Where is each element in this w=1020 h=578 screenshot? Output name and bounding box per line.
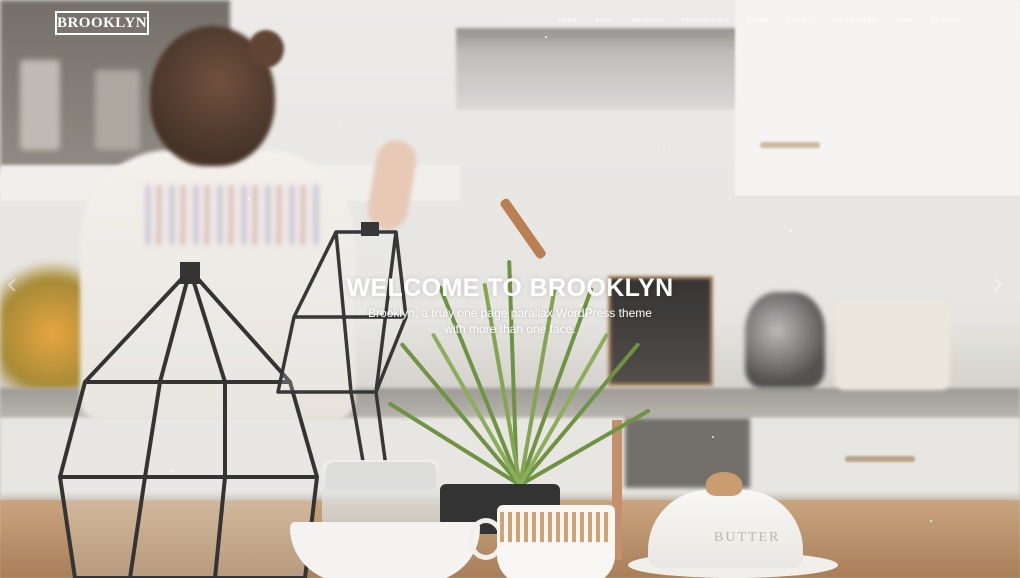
nav-separator: · (736, 18, 740, 24)
nav-separator: · (585, 18, 588, 24)
chevron-left-icon[interactable] (4, 277, 20, 293)
nav-team[interactable]: TEAM (891, 18, 917, 24)
particle-dot (338, 122, 340, 124)
main-navigation: HOME · BLOG · WELCOME · POSSIBILITIES · … (554, 18, 965, 24)
nav-welcome[interactable]: WELCOME (627, 18, 668, 24)
particle-dot (170, 470, 172, 472)
nav-blog[interactable]: BLOG (591, 18, 617, 24)
site-logo[interactable]: BROOKLYN (55, 11, 149, 35)
particle-dot (248, 198, 250, 200)
nav-home[interactable]: HOME (554, 18, 581, 24)
nav-break[interactable]: BREAK (743, 18, 773, 24)
nav-separator: · (822, 18, 825, 24)
particle-dot (545, 36, 547, 38)
particle-dot (790, 230, 792, 232)
hero-title: WELCOME TO BROOKLYN (346, 274, 674, 302)
logo-text: BROOKLYN (56, 14, 148, 31)
chevron-right-icon[interactable] (990, 277, 1006, 293)
particle-dot (712, 436, 714, 438)
nav-separator: · (776, 18, 780, 24)
hero-subtitle-line: Brooklyn, a truly one page parallax Word… (368, 306, 652, 320)
nav-separator: · (920, 18, 923, 24)
nav-possibilities[interactable]: POSSIBILITIES (678, 18, 733, 24)
nav-contact[interactable]: CONTACT (927, 18, 965, 24)
particle-dot (930, 520, 932, 522)
particle-dot (663, 150, 665, 152)
nav-clients[interactable]: CLIENTS (783, 18, 818, 24)
nav-separator: · (672, 18, 675, 24)
nav-separator: · (884, 18, 887, 24)
hero-subtitle: Brooklyn, a truly one page parallax Word… (0, 305, 1020, 337)
particle-dot (880, 95, 882, 97)
nav-adventures[interactable]: ADVENTURES (829, 18, 881, 24)
nav-separator: · (621, 18, 624, 24)
hero-subtitle-line: with more than one face. (444, 322, 576, 336)
